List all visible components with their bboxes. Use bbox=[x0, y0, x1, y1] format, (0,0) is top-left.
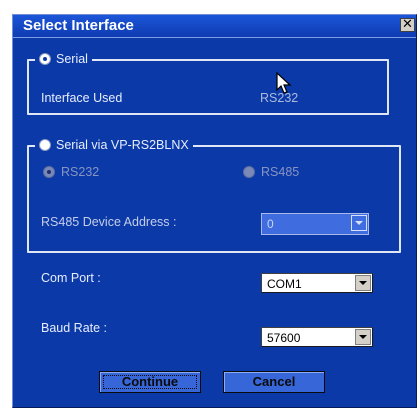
continue-button[interactable]: Continue bbox=[99, 371, 201, 393]
rs232-option[interactable]: RS232 bbox=[43, 165, 99, 179]
serial-via-vp-radio[interactable] bbox=[39, 139, 51, 151]
serial-option[interactable]: Serial bbox=[35, 51, 92, 67]
chevron-down-icon bbox=[355, 221, 363, 225]
baud-rate-select[interactable]: 57600 bbox=[261, 327, 373, 347]
rs485-radio[interactable] bbox=[243, 166, 255, 178]
vp-rs2blnx-group bbox=[27, 145, 401, 253]
chevron-down-icon bbox=[359, 281, 367, 285]
baud-rate-value: 57600 bbox=[267, 331, 301, 345]
rs485-option[interactable]: RS485 bbox=[243, 165, 299, 179]
rs232-label: RS232 bbox=[61, 165, 100, 179]
rs485-address-dropdown-button[interactable] bbox=[351, 215, 367, 231]
serial-option-label: Serial bbox=[56, 52, 88, 66]
baud-rate-label: Baud Rate : bbox=[41, 321, 108, 335]
com-port-select[interactable]: COM1 bbox=[261, 273, 373, 293]
rs485-address-label: RS485 Device Address : bbox=[41, 215, 177, 229]
rs232-radio[interactable] bbox=[43, 166, 55, 178]
cancel-button[interactable]: Cancel bbox=[223, 371, 325, 393]
com-port-dropdown-button[interactable] bbox=[355, 275, 371, 291]
baud-rate-dropdown-button[interactable] bbox=[355, 329, 371, 345]
com-port-label: Com Port : bbox=[41, 271, 101, 285]
rs485-address-select[interactable]: 0 bbox=[261, 213, 369, 235]
title-bar[interactable]: Select Interface ✕ bbox=[13, 15, 416, 38]
serial-radio[interactable] bbox=[39, 53, 51, 65]
serial-via-vp-label: Serial via VP-RS2BLNX bbox=[56, 138, 189, 152]
dialog-title: Select Interface bbox=[23, 17, 134, 34]
close-icon: ✕ bbox=[402, 17, 413, 32]
select-interface-dialog: Select Interface ✕ Serial Interface Used… bbox=[12, 14, 417, 408]
com-port-value: COM1 bbox=[267, 277, 302, 291]
mouse-pointer-icon bbox=[276, 72, 292, 94]
rs485-address-value: 0 bbox=[267, 217, 274, 231]
chevron-down-icon bbox=[359, 335, 367, 339]
rs485-label: RS485 bbox=[261, 165, 300, 179]
close-button[interactable]: ✕ bbox=[400, 18, 415, 32]
serial-group bbox=[27, 59, 389, 115]
interface-used-label: Interface Used bbox=[41, 91, 123, 105]
serial-via-vp-option[interactable]: Serial via VP-RS2BLNX bbox=[35, 137, 193, 153]
